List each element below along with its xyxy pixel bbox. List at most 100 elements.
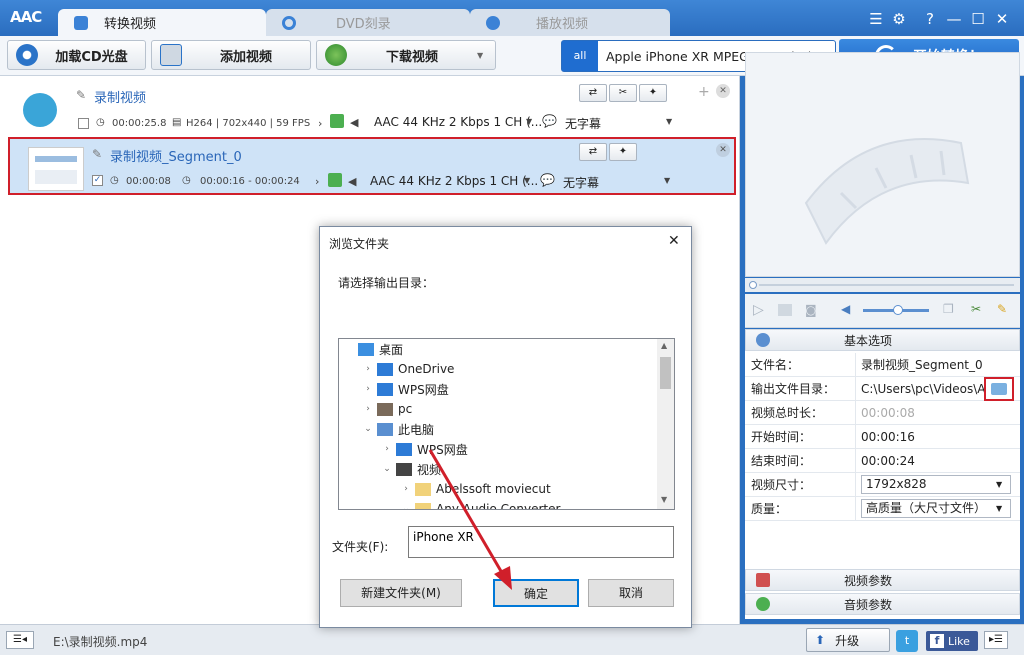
edit-icon[interactable]: ✎ bbox=[92, 147, 102, 161]
subtitle[interactable]: 无字幕 bbox=[565, 115, 601, 132]
tree-node[interactable]: › WPS网盘 bbox=[339, 439, 657, 459]
tree-node-label: Any Audio Converter bbox=[436, 502, 561, 510]
list-item-selected[interactable]: ✎ 录制视频_Segment_0 ⇄ ✦ ✕ ✓ ◷ 00:00:08 ◷ 00… bbox=[8, 137, 736, 195]
maximize-button[interactable]: ☐ bbox=[968, 9, 988, 29]
tree-expander-icon[interactable]: › bbox=[362, 404, 374, 414]
audio-track[interactable]: AAC 44 KHz 2 Kbps 1 CH (... bbox=[374, 115, 542, 129]
tree-expander-icon[interactable]: ⌄ bbox=[362, 424, 374, 434]
basic-options-header[interactable]: 基本选项 bbox=[745, 329, 1020, 351]
tree-node[interactable]: ⌄ Any Audio Converter bbox=[339, 499, 657, 510]
tree-node[interactable]: › WPS网盘 bbox=[339, 379, 657, 399]
tree-expander-icon[interactable]: › bbox=[381, 444, 393, 454]
tree-node[interactable]: › Abelssoft moviecut bbox=[339, 479, 657, 499]
seek-handle[interactable] bbox=[749, 281, 757, 289]
list-icon[interactable]: ☰ bbox=[866, 9, 886, 29]
tree-expander-icon[interactable]: › bbox=[362, 384, 374, 394]
video-params-header[interactable]: 视频参数 bbox=[745, 569, 1020, 591]
cut-button[interactable]: ✂ bbox=[609, 84, 637, 102]
tree-node[interactable]: 桌面 bbox=[339, 339, 657, 359]
volume-handle[interactable] bbox=[893, 305, 903, 315]
start-time-field[interactable]: 00:00:16 bbox=[856, 430, 1020, 444]
chevron-down-icon[interactable]: ▼ bbox=[526, 117, 532, 126]
rotate-button[interactable]: ⇄ bbox=[579, 143, 607, 161]
tab-convert-video[interactable]: 转换视频 bbox=[58, 9, 266, 36]
copy-icon[interactable]: ❐ bbox=[943, 302, 954, 316]
twitter-icon[interactable]: t bbox=[896, 630, 918, 652]
edit-icon[interactable]: ✎ bbox=[76, 88, 86, 102]
play-icon[interactable]: ▷ bbox=[753, 302, 764, 318]
add-icon[interactable]: + bbox=[698, 84, 710, 100]
effects-button[interactable]: ✦ bbox=[639, 84, 667, 102]
scissors-icon[interactable]: ✂ bbox=[971, 302, 981, 316]
prop-end-time: 结束时间： 00:00:24 bbox=[745, 448, 1020, 473]
add-video-button[interactable]: 添加视频 bbox=[151, 40, 311, 70]
tab-label: 播放视频 bbox=[536, 17, 589, 32]
settings-icon[interactable]: ⚙ bbox=[889, 9, 909, 29]
load-cd-button[interactable]: 加载CD光盘 bbox=[7, 40, 146, 70]
chevron-down-icon[interactable]: ▼ bbox=[661, 495, 667, 504]
camera-icon[interactable]: ◙ bbox=[805, 303, 817, 317]
list-item[interactable]: ✎ 录制视频 ⇄ ✂ ✦ + ✕ ◷ 00:00:25.8 ▤ H264 | 7… bbox=[8, 82, 736, 140]
audio-params-header[interactable]: 音频参数 bbox=[745, 593, 1020, 615]
tree-node[interactable]: › OneDrive bbox=[339, 359, 657, 379]
folder-input[interactable] bbox=[408, 526, 674, 558]
new-folder-button[interactable]: 新建文件夹(M) bbox=[340, 579, 462, 607]
facebook-like-button[interactable]: f Like bbox=[926, 631, 978, 651]
prop-label: 结束时间： bbox=[745, 448, 856, 473]
ok-button[interactable]: 确定 bbox=[493, 579, 579, 607]
tree-expander-icon[interactable]: › bbox=[400, 484, 412, 494]
chevron-down-icon[interactable]: ▼ bbox=[666, 117, 672, 126]
remove-item-button[interactable]: ✕ bbox=[716, 84, 730, 98]
tree-node[interactable]: › pc bbox=[339, 399, 657, 419]
effects-button[interactable]: ✦ bbox=[609, 143, 637, 161]
minimize-button[interactable]: — bbox=[944, 9, 964, 29]
tree-expander-icon[interactable]: › bbox=[362, 364, 374, 374]
tree-node[interactable]: ⌄ 此电脑 bbox=[339, 419, 657, 439]
rotate-button[interactable]: ⇄ bbox=[579, 84, 607, 102]
help-icon[interactable]: ? bbox=[920, 9, 940, 29]
tree-node[interactable]: ⌄ 视频 bbox=[339, 459, 657, 479]
end-time-field[interactable]: 00:00:24 bbox=[856, 454, 1020, 468]
audio-track[interactable]: AAC 44 KHz 2 Kbps 1 CH (... bbox=[370, 174, 538, 188]
tree-expander-icon[interactable]: ⌄ bbox=[400, 504, 412, 509]
tree-scrollbar[interactable]: ▲ ▼ bbox=[657, 339, 674, 509]
output-dir-field[interactable]: C:\Users\pc\Videos\An... bbox=[856, 382, 984, 396]
subtitle[interactable]: 无字幕 bbox=[563, 174, 599, 191]
folder-tree[interactable]: 桌面 › OneDrive › WPS网盘 › pc ⌄ 此电脑 › WPS网盘 ⌄ 视频 › Abelss… bbox=[338, 338, 675, 510]
profile-icon: all bbox=[562, 41, 598, 71]
item-checkbox[interactable] bbox=[78, 118, 89, 129]
upgrade-button[interactable]: ⬆ 升级 bbox=[806, 628, 890, 652]
tab-play-video[interactable]: 播放视频 bbox=[470, 9, 670, 36]
range-icon: ◷ bbox=[182, 175, 191, 186]
dialog-prompt: 请选择输出目录： bbox=[338, 276, 435, 290]
arrow-right-icon: › bbox=[318, 117, 323, 130]
tree-expander-icon[interactable]: ⌄ bbox=[381, 464, 393, 474]
magic-wand-icon[interactable]: ✎ bbox=[997, 302, 1007, 316]
item-checkbox-checked[interactable]: ✓ bbox=[92, 175, 103, 186]
chevron-down-icon[interactable]: ▼ bbox=[664, 176, 670, 185]
dialog-close-button[interactable]: ✕ bbox=[668, 233, 680, 249]
filename-field[interactable]: 录制视频_Segment_0 bbox=[856, 356, 1020, 373]
close-button[interactable]: ✕ bbox=[992, 9, 1012, 29]
stop-icon[interactable] bbox=[778, 304, 792, 316]
chevron-down-icon[interactable]: ▼ bbox=[524, 176, 530, 185]
cancel-button[interactable]: 取消 bbox=[588, 579, 674, 607]
panel-toggle-icon[interactable]: ☰◂ bbox=[6, 631, 34, 649]
file-name: 录制视频_Segment_0 bbox=[110, 150, 242, 165]
duration: 00:00:25.8 bbox=[112, 118, 167, 129]
quality-select[interactable]: 高质量（大尺寸文件） ▼ bbox=[861, 499, 1011, 518]
scroll-thumb[interactable] bbox=[660, 357, 671, 389]
download-video-button[interactable]: 下载视频 ▼ bbox=[316, 40, 496, 70]
chevron-down-icon[interactable]: ▼ bbox=[477, 51, 495, 60]
volume-icon[interactable]: ◀ bbox=[841, 302, 850, 316]
tree-node-label: 桌面 bbox=[379, 342, 404, 357]
seek-bar[interactable] bbox=[745, 278, 1020, 292]
panel-toggle-icon[interactable]: ▸☰ bbox=[984, 631, 1008, 649]
video-size-select[interactable]: 1792x828 ▼ bbox=[861, 475, 1011, 494]
chevron-up-icon[interactable]: ▲ bbox=[661, 341, 667, 350]
browse-folder-button[interactable] bbox=[984, 376, 1014, 401]
download-video-label: 下载视频 bbox=[385, 49, 438, 65]
tab-dvd-burn[interactable]: DVD刻录 bbox=[266, 9, 470, 36]
prop-filename: 文件名： 录制视频_Segment_0 bbox=[745, 352, 1020, 377]
remove-item-button[interactable]: ✕ bbox=[716, 143, 730, 157]
